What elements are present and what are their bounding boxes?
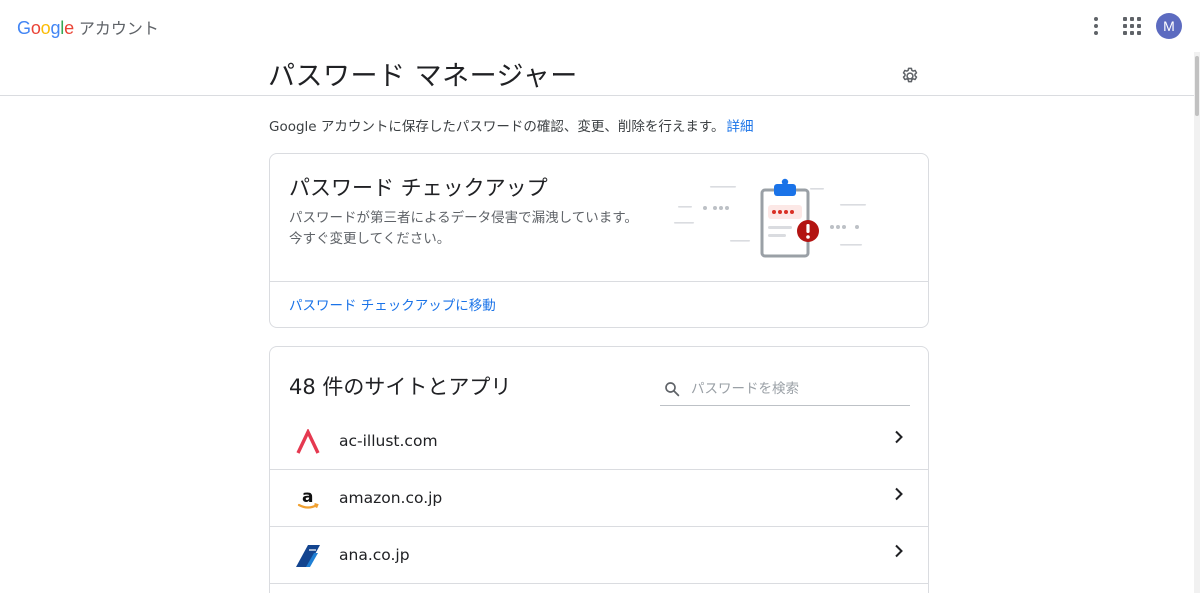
avatar[interactable]: M xyxy=(1156,13,1182,39)
page-title: パスワード マネージャー xyxy=(268,61,578,92)
google-apps-icon[interactable] xyxy=(1120,12,1144,40)
svg-text:a: a xyxy=(302,487,313,507)
checkup-description: パスワードが第三者によるデータ侵害で漏洩しています。 今すぐ変更してください。 xyxy=(289,208,669,250)
logo-letter: G xyxy=(17,18,31,38)
settings-gear-icon[interactable] xyxy=(900,66,920,86)
site-name: amazon.co.jp xyxy=(339,489,443,507)
sites-count-title: 48 件のサイトとアプリ xyxy=(289,375,512,399)
ana-icon xyxy=(296,545,320,567)
checkup-title: パスワード チェックアップ xyxy=(289,176,548,200)
ac-illust-icon xyxy=(296,429,320,454)
site-list: ac-illust.com a amazon.co.jp ana.co.jp xyxy=(270,413,928,584)
checkup-desc-line1: パスワードが第三者によるデータ侵害で漏洩しています。 xyxy=(289,210,638,226)
logo-letter: o xyxy=(30,18,41,38)
more-options-icon[interactable] xyxy=(1084,12,1108,40)
saved-passwords-card: 48 件のサイトとアプリ ac-illust.com a amazon.co.j… xyxy=(269,346,929,593)
chevron-right-icon xyxy=(895,487,903,501)
description-text: Google アカウントに保存したパスワードの確認、変更、削除を行えます。 xyxy=(269,119,725,135)
site-name: ana.co.jp xyxy=(339,546,410,564)
scrollbar[interactable] xyxy=(1194,52,1200,593)
google-logo: Google xyxy=(17,18,74,39)
page-description: Google アカウントに保存したパスワードの確認、変更、削除を行えます。 詳細 xyxy=(269,115,754,135)
logo-letter: o xyxy=(40,18,51,38)
site-row[interactable]: ana.co.jp xyxy=(270,527,928,584)
chevron-right-icon xyxy=(895,544,903,558)
site-name: ac-illust.com xyxy=(339,432,438,450)
search-icon xyxy=(665,381,680,396)
go-to-checkup-link[interactable]: パスワード チェックアップに移動 xyxy=(289,294,496,314)
clipboard-warning-illustration xyxy=(674,178,866,258)
search-input[interactable] xyxy=(691,380,891,397)
checkup-desc-line2: 今すぐ変更してください。 xyxy=(289,231,451,247)
chevron-right-icon xyxy=(895,430,903,444)
card-divider xyxy=(270,281,928,282)
logo-letter: e xyxy=(64,18,74,38)
site-row[interactable]: a amazon.co.jp xyxy=(270,470,928,527)
password-search[interactable] xyxy=(660,372,910,406)
password-checkup-card: パスワード チェックアップ パスワードが第三者によるデータ侵害で漏洩しています。… xyxy=(269,153,929,328)
brand-suffix: アカウント xyxy=(78,19,159,38)
google-account-logo[interactable]: Google アカウント xyxy=(17,15,159,39)
scrollbar-thumb[interactable] xyxy=(1195,56,1199,116)
logo-letter: g xyxy=(50,18,61,38)
details-link[interactable]: 詳細 xyxy=(727,119,754,135)
page-header: パスワード マネージャー xyxy=(0,52,1200,96)
amazon-icon: a xyxy=(297,487,319,509)
site-row[interactable]: ac-illust.com xyxy=(270,413,928,470)
top-bar: Google アカウント M xyxy=(0,0,1200,52)
